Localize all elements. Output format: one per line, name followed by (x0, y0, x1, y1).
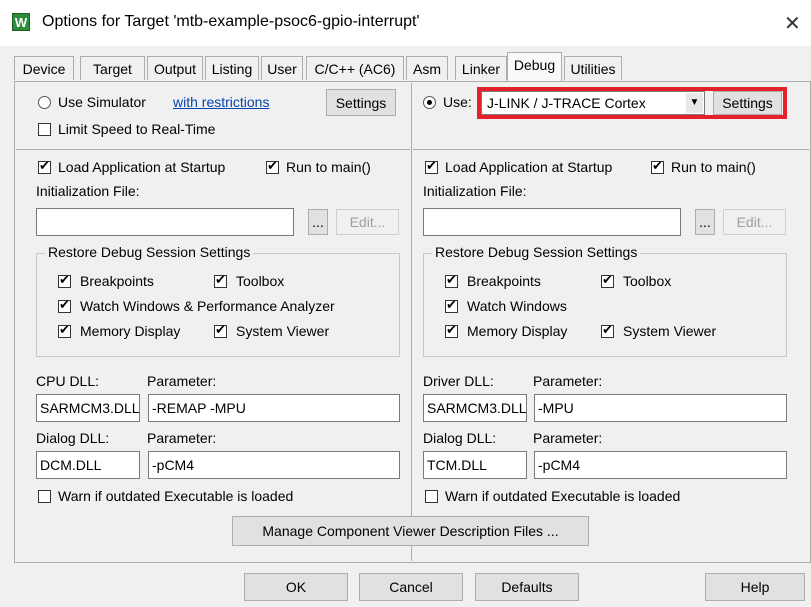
right-load-app-label: Load Application at Startup (445, 159, 613, 175)
right-watch-windows-checkbox[interactable] (445, 298, 458, 313)
left-watch-windows-label: Watch Windows & Performance Analyzer (80, 298, 335, 314)
tab-debug[interactable]: Debug (507, 52, 562, 81)
left-warn-label: Warn if outdated Executable is loaded (58, 488, 294, 504)
right-memory-display-checkbox[interactable] (445, 323, 458, 338)
left-run-to-main-label: Run to main() (286, 159, 371, 175)
column-divider (411, 83, 412, 561)
debug-driver-select[interactable]: J-LINK / J-TRACE Cortex ▼ (481, 91, 705, 115)
title-bar: W Options for Target 'mtb-example-psoc6-… (0, 0, 811, 46)
left-browse-button[interactable]: ... (308, 209, 328, 235)
ok-button[interactable]: OK (244, 573, 348, 601)
left-divider (16, 149, 410, 150)
left-toolbox-checkbox[interactable] (214, 273, 227, 288)
right-edit-button: Edit... (723, 209, 786, 235)
debug-driver-value: J-LINK / J-TRACE Cortex (487, 95, 646, 111)
limit-speed-checkbox[interactable] (38, 123, 51, 136)
close-icon[interactable]: ✕ (784, 11, 801, 36)
left-run-to-main-checkbox[interactable] (266, 159, 279, 174)
tab-user[interactable]: User (261, 56, 303, 80)
defaults-button[interactable]: Defaults (475, 573, 579, 601)
left-dialog-param-input[interactable]: -pCM4 (148, 451, 400, 479)
right-dll-label: Driver DLL: (423, 373, 494, 389)
right-init-file-label: Initialization File: (423, 183, 527, 199)
use-simulator-radio[interactable] (38, 96, 51, 109)
right-restore-title: Restore Debug Session Settings (432, 244, 641, 260)
use-driver-radio[interactable] (423, 96, 436, 109)
cpu-dll-input[interactable]: SARMCM3.DLL (36, 394, 140, 422)
limit-speed-label: Limit Speed to Real-Time (58, 121, 216, 137)
right-toolbox-checkbox[interactable] (601, 273, 614, 288)
cpu-dll-param-input[interactable]: -REMAP -MPU (148, 394, 400, 422)
tab-c-cpp[interactable]: C/C++ (AC6) (306, 56, 404, 80)
driver-dll-input[interactable]: SARMCM3.DLL (423, 394, 527, 422)
use-label: Use: (443, 94, 472, 110)
tab-listing[interactable]: Listing (205, 56, 259, 80)
right-run-to-main-checkbox[interactable] (651, 159, 664, 174)
right-dialog-param-label: Parameter: (533, 430, 603, 446)
tab-device[interactable]: Device (14, 56, 74, 80)
left-watch-windows-checkbox[interactable] (58, 298, 71, 313)
keil-uvision-icon: W (12, 13, 30, 31)
right-warn-checkbox[interactable] (425, 490, 438, 503)
manage-component-viewer-button[interactable]: Manage Component Viewer Description File… (232, 516, 589, 546)
driver-dll-param-input[interactable]: -MPU (534, 394, 787, 422)
left-restore-title: Restore Debug Session Settings (45, 244, 254, 260)
right-system-viewer-label: System Viewer (623, 323, 717, 339)
right-memory-display-label: Memory Display (467, 323, 568, 339)
left-param-label: Parameter: (147, 373, 217, 389)
use-simulator-label: Use Simulator (58, 94, 146, 110)
left-dialog-param-label: Parameter: (147, 430, 217, 446)
left-breakpoints-label: Breakpoints (80, 273, 154, 289)
left-warn-checkbox[interactable] (38, 490, 51, 503)
tab-target[interactable]: Target (80, 56, 145, 80)
right-system-viewer-checkbox[interactable] (601, 323, 614, 338)
left-system-viewer-checkbox[interactable] (214, 323, 227, 338)
left-dialog-dll-input[interactable]: DCM.DLL (36, 451, 140, 479)
left-memory-display-label: Memory Display (80, 323, 181, 339)
left-toolbox-label: Toolbox (236, 273, 285, 289)
left-init-file-label: Initialization File: (36, 183, 140, 199)
with-restrictions-link[interactable]: with restrictions (173, 94, 269, 110)
left-system-viewer-label: System Viewer (236, 323, 330, 339)
cancel-button[interactable]: Cancel (359, 573, 463, 601)
left-memory-display-checkbox[interactable] (58, 323, 71, 338)
left-load-app-label: Load Application at Startup (58, 159, 226, 175)
right-divider (413, 149, 809, 150)
right-param-label: Parameter: (533, 373, 603, 389)
right-dialog-dll-input[interactable]: TCM.DLL (423, 451, 527, 479)
left-load-app-checkbox[interactable] (38, 159, 51, 174)
right-load-app-checkbox[interactable] (425, 159, 438, 174)
right-toolbox-label: Toolbox (623, 273, 672, 289)
chevron-down-icon[interactable]: ▼ (686, 93, 703, 113)
tab-output[interactable]: Output (147, 56, 203, 80)
right-warn-label: Warn if outdated Executable is loaded (445, 488, 681, 504)
right-init-file-input[interactable] (423, 208, 681, 236)
driver-settings-button[interactable]: Settings (713, 91, 782, 115)
right-breakpoints-checkbox[interactable] (445, 273, 458, 288)
right-dialog-dll-label: Dialog DLL: (423, 430, 497, 446)
left-dialog-dll-label: Dialog DLL: (36, 430, 110, 446)
right-breakpoints-label: Breakpoints (467, 273, 541, 289)
tab-asm[interactable]: Asm (406, 56, 448, 80)
right-watch-windows-label: Watch Windows (467, 298, 567, 314)
simulator-settings-button[interactable]: Settings (326, 89, 396, 116)
help-button[interactable]: Help (705, 573, 805, 601)
left-init-file-input[interactable] (36, 208, 294, 236)
left-edit-button: Edit... (336, 209, 399, 235)
window-title: Options for Target 'mtb-example-psoc6-gp… (42, 13, 420, 30)
right-dialog-param-input[interactable]: -pCM4 (534, 451, 787, 479)
right-browse-button[interactable]: ... (695, 209, 715, 235)
tab-utilities[interactable]: Utilities (564, 56, 622, 80)
right-run-to-main-label: Run to main() (671, 159, 756, 175)
tab-linker[interactable]: Linker (455, 56, 507, 80)
left-breakpoints-checkbox[interactable] (58, 273, 71, 288)
left-dll-label: CPU DLL: (36, 373, 100, 389)
